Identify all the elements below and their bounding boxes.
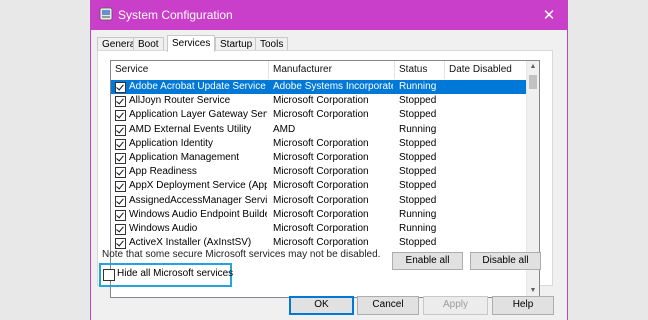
service-name: AssignedAccessManager Service: [129, 194, 267, 206]
service-name: App Readiness: [129, 166, 197, 178]
service-name: AMD External Events Utility: [129, 123, 252, 135]
secure-services-note: Note that some secure Microsoft services…: [102, 249, 381, 260]
close-button[interactable]: ✕: [531, 0, 567, 30]
service-status: Stopped: [399, 237, 437, 249]
service-manufacturer: Microsoft Corporation: [273, 95, 369, 107]
service-row[interactable]: App Readiness Microsoft Corporation Stoppe…: [111, 165, 529, 179]
service-manufacturer: Microsoft Corporation: [273, 166, 369, 178]
service-status: Stopped: [399, 151, 437, 163]
service-status: Stopped: [399, 166, 437, 178]
service-manufacturer: Microsoft Corporation: [273, 180, 369, 192]
service-manufacturer: Microsoft Corporation: [273, 137, 369, 149]
service-checkbox[interactable]: [115, 167, 126, 179]
disable-all-button[interactable]: Disable all: [470, 252, 541, 270]
title-bar[interactable]: System Configuration ✕: [91, 0, 567, 30]
service-status: Stopped: [399, 180, 437, 192]
service-row[interactable]: Application Identity Microsoft Corporatio…: [111, 137, 529, 151]
window-title: System Configuration: [118, 8, 233, 22]
service-row[interactable]: Windows Audio Endpoint Builder Microsoft …: [111, 208, 529, 222]
service-checkbox[interactable]: [115, 181, 126, 193]
service-checkbox[interactable]: [115, 96, 126, 108]
service-status: Stopped: [399, 194, 437, 206]
service-checkbox[interactable]: [115, 209, 126, 221]
service-row[interactable]: Application Layer Gateway Service Microso…: [111, 108, 529, 122]
service-name: AppX Deployment Service (AppX...: [129, 180, 267, 192]
service-row[interactable]: AllJoyn Router Service Microsoft Corporat…: [111, 94, 529, 108]
service-manufacturer: Microsoft Corporation: [273, 208, 369, 220]
service-manufacturer: AMD: [273, 123, 296, 135]
service-name: Application Layer Gateway Service: [129, 109, 267, 121]
service-status: Running: [399, 81, 437, 92]
service-name: Windows Audio: [129, 222, 198, 234]
cancel-button[interactable]: Cancel: [357, 296, 419, 315]
service-row[interactable]: AppX Deployment Service (AppX... Microsof…: [111, 179, 529, 193]
services-rows: Adobe Acrobat Update Service Adobe System…: [111, 80, 529, 250]
service-status: Stopped: [399, 109, 437, 121]
service-checkbox[interactable]: [115, 124, 126, 136]
column-header-manufacturer[interactable]: Manufacturer: [269, 61, 395, 79]
enable-all-button[interactable]: Enable all: [392, 252, 463, 270]
service-row[interactable]: AMD External Events Utility AMD Running: [111, 123, 529, 137]
column-header-date-disabled[interactable]: Date Disabled: [445, 61, 529, 79]
service-checkbox[interactable]: [115, 223, 126, 235]
scroll-up-arrow-icon[interactable]: ▲: [527, 61, 539, 73]
service-status: Stopped: [399, 95, 437, 107]
service-row[interactable]: Application Management Microsoft Corporat…: [111, 151, 529, 165]
service-checkbox[interactable]: [115, 152, 126, 164]
apply-button[interactable]: Apply: [423, 296, 488, 315]
service-status: Running: [399, 222, 437, 234]
service-row[interactable]: Windows Audio Microsoft Corporation Runnin…: [111, 222, 529, 236]
service-checkbox[interactable]: [115, 238, 126, 250]
service-manufacturer: Adobe Systems Incorporated: [273, 81, 393, 92]
service-status: Running: [399, 208, 437, 220]
service-manufacturer: Microsoft Corporation: [273, 222, 369, 234]
service-name: AllJoyn Router Service: [129, 95, 231, 107]
ok-button[interactable]: OK: [289, 296, 354, 315]
tab-services[interactable]: Services: [167, 35, 216, 52]
service-checkbox[interactable]: [115, 82, 126, 93]
close-icon: ✕: [542, 7, 556, 24]
service-name: Application Management: [129, 151, 240, 163]
service-name: Application Identity: [129, 137, 213, 149]
service-name: Windows Audio Endpoint Builder: [129, 208, 267, 220]
help-button[interactable]: Help: [492, 296, 554, 315]
msconfig-app-icon: [99, 7, 113, 21]
service-manufacturer: Microsoft Corporation: [273, 194, 369, 206]
service-name: Adobe Acrobat Update Service: [129, 81, 266, 92]
service-manufacturer: Microsoft Corporation: [273, 151, 369, 163]
hide-ms-services-label[interactable]: Hide all Microsoft services: [117, 268, 233, 279]
service-row[interactable]: Adobe Acrobat Update Service Adobe System…: [111, 80, 529, 95]
service-checkbox[interactable]: [115, 138, 126, 150]
service-checkbox[interactable]: [115, 110, 126, 122]
list-header: Service Manufacturer Status Date Disable…: [111, 61, 529, 79]
service-manufacturer: Microsoft Corporation: [273, 109, 369, 121]
hide-ms-services-checkbox[interactable]: [103, 269, 115, 281]
scroll-thumb[interactable]: [529, 75, 537, 89]
service-status: Stopped: [399, 137, 437, 149]
column-header-service[interactable]: Service: [111, 61, 269, 79]
service-checkbox[interactable]: [115, 195, 126, 207]
service-row[interactable]: AssignedAccessManager Service Microsoft C…: [111, 194, 529, 208]
service-status: Running: [399, 123, 437, 135]
column-header-status[interactable]: Status: [395, 61, 445, 79]
